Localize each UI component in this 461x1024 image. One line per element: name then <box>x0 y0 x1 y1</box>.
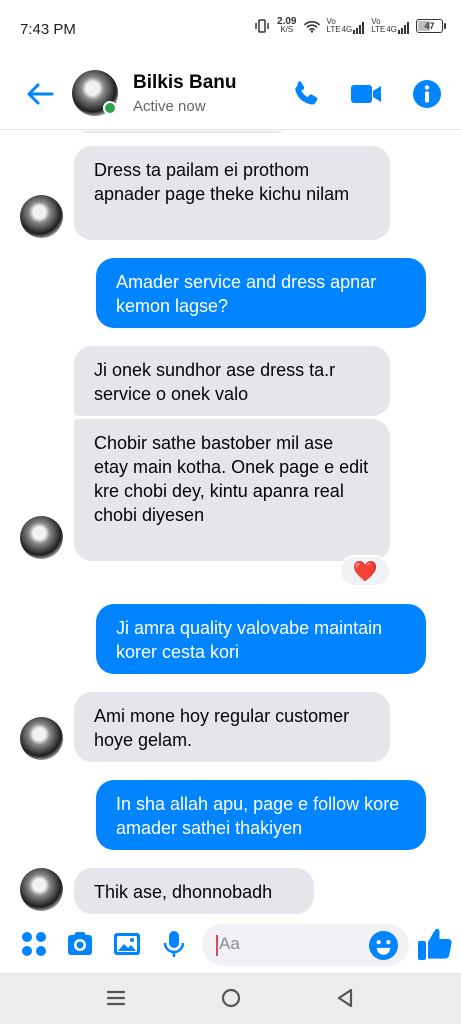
contact-status: Active now <box>133 98 206 115</box>
system-nav-bar <box>0 973 461 1024</box>
partial-message-bubble <box>74 131 290 133</box>
sender-avatar[interactable] <box>20 868 63 911</box>
sender-avatar[interactable] <box>20 195 63 238</box>
sim2-sub: LTE <box>371 25 386 34</box>
camera-icon[interactable] <box>64 928 96 960</box>
sim1-bars-icon <box>353 22 365 34</box>
wifi-icon <box>303 20 320 33</box>
emoji-icon[interactable] <box>368 930 399 961</box>
contact-name[interactable]: Bilkis Banu <box>133 72 236 94</box>
sender-avatar[interactable] <box>20 717 63 760</box>
phone-icon[interactable] <box>290 78 322 110</box>
recent-apps-icon[interactable] <box>104 986 128 1010</box>
sender-avatar[interactable] <box>20 516 63 559</box>
status-bar: 7:43 PM 2.09 K/S Vo LTE 4G Vo LTE 4G 47 <box>0 0 461 60</box>
battery-icon: 47 <box>416 19 446 33</box>
message-bubble-incoming[interactable]: Chobir sathe bastober mil ase etay main … <box>74 419 390 561</box>
message-composer: Aa <box>0 921 461 971</box>
heart-reaction-icon[interactable]: ❤️ <box>339 555 391 587</box>
chat-header: Bilkis Banu Active now <box>0 60 461 130</box>
home-icon[interactable] <box>219 986 243 1010</box>
video-icon[interactable] <box>350 78 382 110</box>
status-icons: 2.09 K/S Vo LTE 4G Vo LTE 4G 47 <box>254 17 446 34</box>
sim2-signal: Vo LTE 4G <box>371 18 409 34</box>
message-input-placeholder: Aa <box>219 934 240 953</box>
microphone-icon[interactable] <box>158 928 190 960</box>
menu-grid-icon[interactable] <box>18 928 50 960</box>
message-input[interactable]: Aa <box>202 924 409 966</box>
message-list[interactable]: Dress ta pailam ei prothom apnader page … <box>0 131 461 921</box>
nav-back-icon[interactable] <box>334 986 358 1010</box>
speed-unit: K/S <box>280 25 294 34</box>
message-bubble-incoming[interactable]: Ji onek sundhor ase dress ta.r service o… <box>74 346 390 416</box>
sim2-bars-icon <box>398 22 409 34</box>
sim1-sub: LTE <box>326 25 341 34</box>
network-speed: 2.09 K/S <box>277 17 296 34</box>
status-time: 7:43 PM <box>20 21 76 38</box>
vibrate-icon <box>255 19 269 33</box>
info-icon[interactable] <box>411 78 443 110</box>
message-bubble-outgoing[interactable]: In sha allah apu, page e follow kore ama… <box>96 780 426 850</box>
message-bubble-outgoing[interactable]: Ji amra quality valovabe maintain korer … <box>96 604 426 674</box>
text-caret <box>216 935 218 956</box>
online-indicator <box>103 101 117 115</box>
battery-level: 47 <box>424 21 435 31</box>
message-bubble-incoming[interactable]: Ami mone hoy regular customer hoye gelam… <box>74 692 390 762</box>
gallery-icon[interactable] <box>111 928 143 960</box>
like-thumb-icon[interactable] <box>416 925 454 963</box>
message-bubble-outgoing[interactable]: Amader service and dress apnar kemon lag… <box>96 258 426 328</box>
message-bubble-incoming[interactable]: Dress ta pailam ei prothom apnader page … <box>74 146 390 240</box>
sim1-signal: Vo LTE 4G <box>327 18 365 34</box>
sim2-net: 4G <box>386 25 397 34</box>
message-bubble-incoming[interactable]: Thik ase, dhonnobadh <box>74 868 314 914</box>
back-arrow-icon[interactable] <box>24 78 56 110</box>
sim1-net: 4G <box>341 25 353 34</box>
